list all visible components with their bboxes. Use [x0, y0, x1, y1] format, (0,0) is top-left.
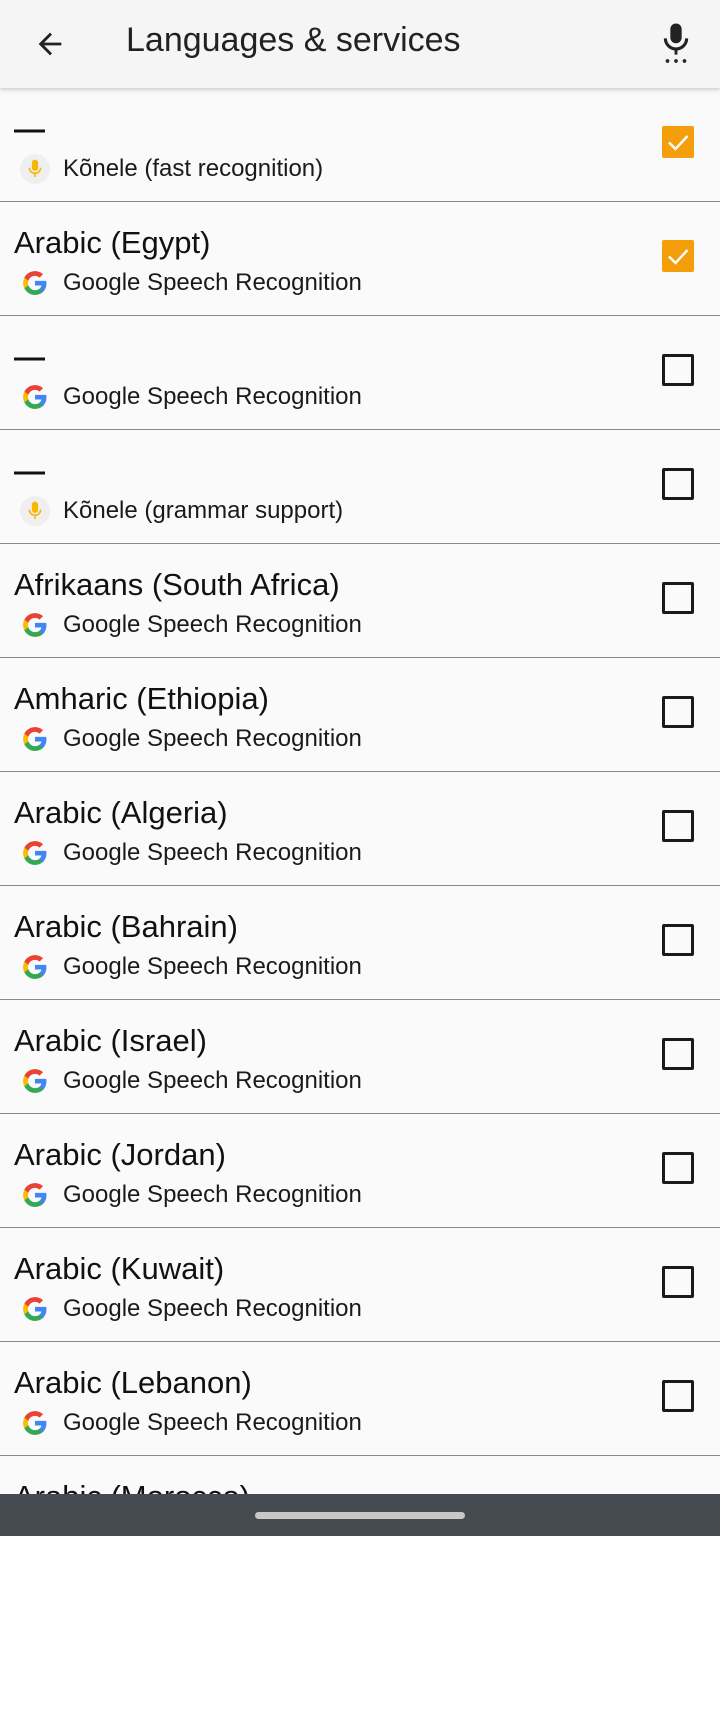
list-item[interactable]: Arabic (Egypt) Google Speech Recognition — [0, 202, 720, 316]
service-label: Google Speech Recognition — [63, 953, 362, 980]
language-label: Arabic (Algeria) — [14, 795, 228, 830]
home-gesture-handle[interactable] — [255, 1512, 465, 1519]
checkbox-checked[interactable] — [662, 126, 694, 158]
arrow-left-icon — [38, 32, 62, 56]
google-g-icon — [20, 1294, 50, 1324]
konele-mic-icon — [20, 496, 50, 526]
list-item[interactable]: Arabic (Morocco)Google Speech Recognitio… — [0, 1456, 720, 1494]
checkbox[interactable] — [662, 354, 694, 386]
checkbox[interactable] — [662, 1152, 694, 1184]
checkbox[interactable] — [662, 468, 694, 500]
language-label: Arabic (Bahrain) — [14, 909, 238, 944]
language-label: — — [14, 111, 45, 146]
checkbox[interactable] — [662, 924, 694, 956]
google-g-icon — [20, 610, 50, 640]
konele-mic-icon — [20, 154, 50, 184]
language-label: Amharic (Ethiopia) — [14, 681, 269, 716]
google-g-icon — [20, 382, 50, 412]
language-label: Arabic (Lebanon) — [14, 1365, 252, 1400]
google-g-icon — [20, 1180, 50, 1210]
service-label: Kõnele (fast recognition) — [63, 155, 324, 182]
language-label: Arabic (Morocco) — [14, 1478, 250, 1494]
language-label: Arabic (Jordan) — [14, 1137, 226, 1172]
list-item[interactable]: Arabic (Kuwait) Google Speech Recognition — [0, 1228, 720, 1342]
language-label: Arabic (Israel) — [14, 1023, 207, 1058]
app-bar: Languages & services — [0, 0, 720, 88]
checkbox[interactable] — [662, 696, 694, 728]
service-label: Google Speech Recognition — [63, 1409, 362, 1436]
list-item[interactable]: Amharic (Ethiopia) Google Speech Recognit… — [0, 658, 720, 772]
back-button[interactable] — [20, 14, 80, 74]
checkmark-icon — [668, 249, 689, 265]
google-g-icon — [20, 952, 50, 982]
checkbox[interactable] — [662, 1038, 694, 1070]
list-item[interactable]: Arabic (Jordan) Google Speech Recognition — [0, 1114, 720, 1228]
google-g-icon — [20, 724, 50, 754]
list-item[interactable]: Afrikaans (South Africa) Google Speech Re… — [0, 544, 720, 658]
list-item[interactable]: — Google Speech Recognition — [0, 316, 720, 430]
list-item[interactable]: Arabic (Israel) Google Speech Recognition — [0, 1000, 720, 1114]
checkbox[interactable] — [662, 1380, 694, 1412]
language-label: — — [14, 453, 45, 488]
service-label: Google Speech Recognition — [63, 1067, 362, 1094]
checkbox-checked[interactable] — [662, 240, 694, 272]
app-screen: Languages & services — Kõnele (fast recog… — [0, 0, 720, 1494]
checkbox[interactable] — [662, 582, 694, 614]
language-label: Arabic (Kuwait) — [14, 1251, 225, 1286]
google-g-icon — [20, 1066, 50, 1096]
google-g-icon — [20, 268, 50, 298]
voice-search-button[interactable] — [646, 14, 706, 74]
service-label: Google Speech Recognition — [63, 1181, 362, 1208]
checkbox[interactable] — [662, 1266, 694, 1298]
checkmark-icon — [668, 135, 689, 151]
language-label: — — [14, 339, 45, 374]
page-title: Languages & services — [126, 21, 461, 59]
language-label: Arabic (Egypt) — [14, 225, 211, 260]
service-label: Google Speech Recognition — [63, 611, 362, 638]
list-item[interactable]: Arabic (Lebanon) Google Speech Recognitio… — [0, 1342, 720, 1456]
service-label: Google Speech Recognition — [63, 269, 362, 296]
language-label: Afrikaans (South Africa) — [14, 567, 340, 602]
list-item[interactable]: Arabic (Algeria) Google Speech Recognitio… — [0, 772, 720, 886]
service-label: Google Speech Recognition — [63, 725, 362, 752]
service-label: Google Speech Recognition — [63, 1295, 362, 1322]
list-item[interactable]: Arabic (Bahrain) Google Speech Recognitio… — [0, 886, 720, 1000]
language-service-list: — Kõnele (fast recognition) Arabic (Egypt)… — [0, 88, 720, 1494]
service-label: Google Speech Recognition — [63, 383, 362, 410]
list-item[interactable]: — Kõnele (grammar support) — [0, 430, 720, 544]
system-navigation-bar — [0, 1494, 720, 1536]
service-label: Google Speech Recognition — [63, 839, 362, 866]
service-label: Kõnele (grammar support) — [63, 497, 344, 524]
google-g-icon — [20, 1408, 50, 1438]
list-item[interactable]: — Kõnele (fast recognition) — [0, 88, 720, 202]
checkbox[interactable] — [662, 810, 694, 842]
microphone-icon — [663, 23, 689, 63]
google-g-icon — [20, 838, 50, 868]
